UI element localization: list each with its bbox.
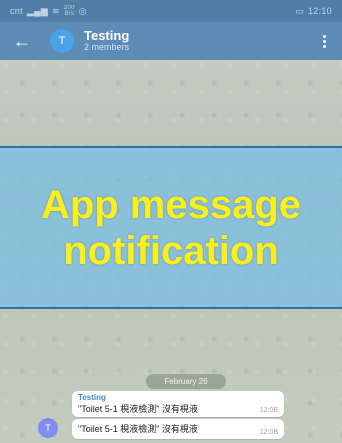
message-text: "Toilet 5-1 梘液檢測" 沒有梘液	[78, 424, 198, 434]
back-arrow-icon[interactable]: ←	[10, 29, 34, 53]
message-time: 12:0B	[259, 429, 278, 436]
status-left: cnt ▂▄▆ ≋ 200 B/s ◎	[10, 5, 87, 17]
chat-screen: cnt ▂▄▆ ≋ 200 B/s ◎ ▭ 12:10 ← T Testing …	[0, 0, 342, 443]
banner-line-1: App message	[40, 182, 302, 227]
message-bubble[interactable]: "Toilet 5-1 梘液檢測" 沒有梘液 12:0B	[72, 419, 284, 439]
message-sender: Testing	[78, 393, 106, 402]
message-text: "Toilet 5-1 梘液檢測" 沒有梘液	[78, 404, 198, 414]
avatar-letter: T	[58, 35, 66, 47]
notification-banner: App message notification	[0, 146, 342, 309]
chat-avatar[interactable]: T	[50, 29, 74, 53]
sender-avatar-letter: T	[45, 423, 51, 433]
clock: 12:10	[307, 6, 332, 16]
status-bar: cnt ▂▄▆ ≋ 200 B/s ◎ ▭ 12:10	[0, 0, 342, 22]
signal-icon: ▂▄▆	[26, 5, 49, 16]
wifi-icon: ≋	[52, 5, 60, 16]
network-speed: 200 B/s	[64, 5, 75, 17]
chat-header: ← T Testing 2 members	[0, 22, 342, 60]
date-separator: February 26	[146, 374, 226, 389]
battery-icon: ▭	[295, 5, 304, 16]
more-options-icon[interactable]	[316, 34, 332, 48]
notification-icon: ◎	[78, 5, 87, 16]
message-bubble[interactable]: Testing "Toilet 5-1 梘液檢測" 沒有梘液 12:0B	[72, 391, 284, 417]
status-right: ▭ 12:10	[295, 6, 332, 17]
banner-line-2: notification	[63, 228, 279, 273]
carrier-label: cnt	[10, 6, 23, 16]
speed-unit: B/s	[64, 11, 75, 17]
message-time: 12:0B	[259, 407, 278, 414]
chat-title-box[interactable]: Testing 2 members	[84, 27, 130, 53]
chat-title: Testing	[84, 27, 130, 43]
chat-subtitle: 2 members	[84, 42, 130, 53]
sender-avatar[interactable]: T	[38, 418, 58, 438]
